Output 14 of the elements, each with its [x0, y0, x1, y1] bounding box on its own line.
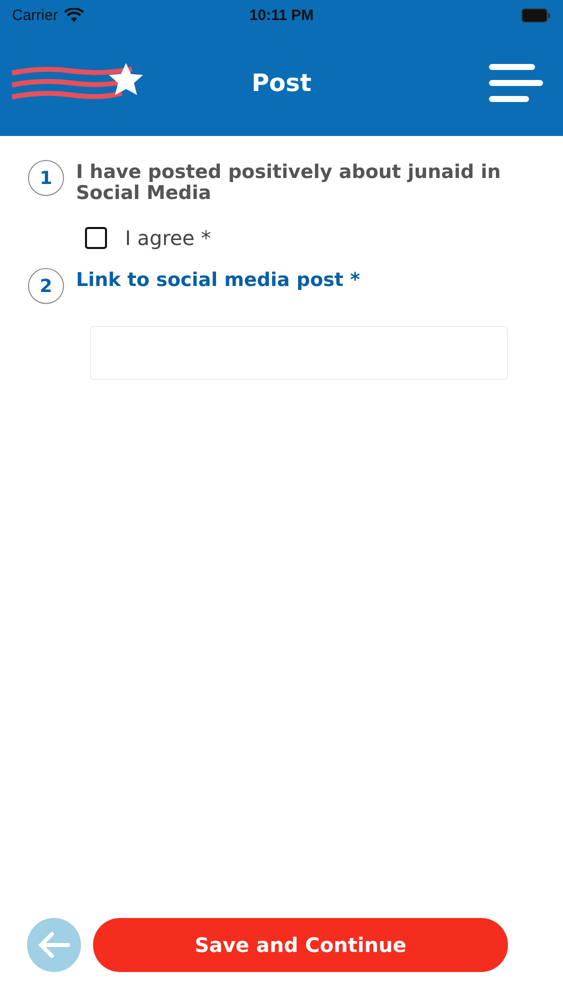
battery-icon: [521, 8, 551, 22]
menu-icon[interactable]: [487, 62, 543, 104]
checkbox-label: I agree *: [125, 226, 211, 250]
carrier-name: Carrier: [12, 6, 58, 24]
question-title: I have posted positively about junaid in Social Media: [76, 160, 502, 204]
question-title: Link to social media post *: [76, 268, 360, 291]
save-continue-button[interactable]: Save and Continue: [93, 918, 508, 972]
clock-time: 10:11 PM: [249, 6, 314, 24]
page-title: Post: [252, 69, 312, 97]
question-number: 1: [28, 160, 64, 196]
question-number: 2: [28, 268, 64, 304]
agree-checkbox[interactable]: [85, 227, 107, 249]
back-arrow-icon: [38, 931, 70, 959]
wifi-icon: [64, 8, 84, 22]
